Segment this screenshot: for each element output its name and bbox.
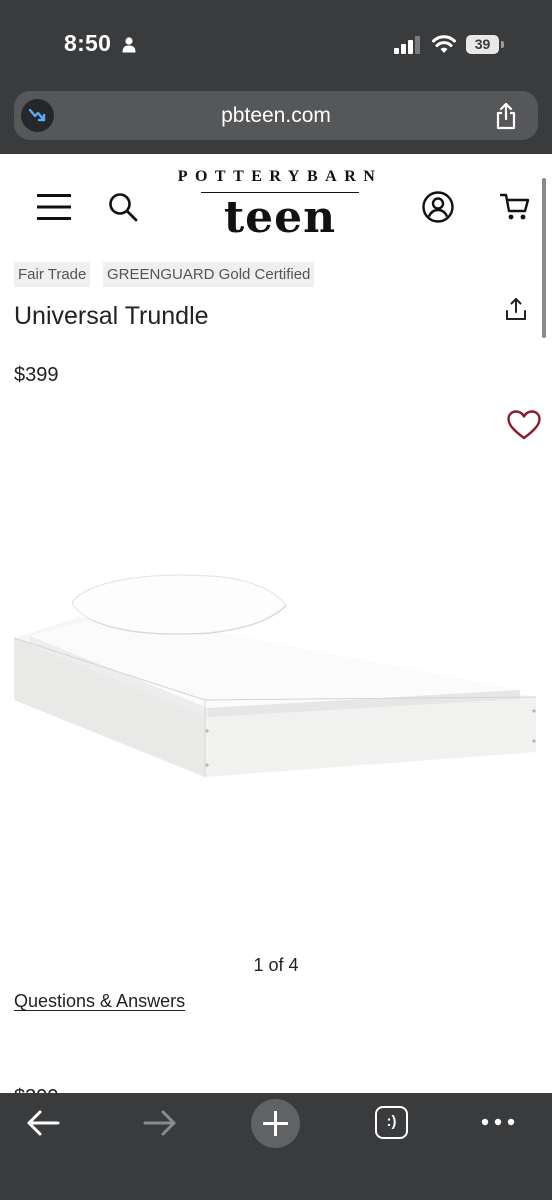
site-logo[interactable]: POTTERYBARN teen <box>170 168 390 254</box>
logo-top-text: POTTERYBARN <box>177 168 383 185</box>
back-arrow-icon[interactable] <box>26 1109 60 1137</box>
image-counter: 1 of 4 <box>253 955 299 975</box>
share-icon[interactable] <box>494 102 518 130</box>
wifi-icon <box>432 35 456 53</box>
tag-fair-trade: Fair Trade <box>14 262 91 287</box>
browser-top-chrome: 8:50 39 pbteen.com <box>0 0 552 154</box>
trundle-bed-illustration <box>13 574 537 777</box>
url-bar[interactable]: pbteen.com <box>14 91 538 140</box>
menu-icon[interactable] <box>37 193 71 221</box>
questions-answers-link[interactable]: Questions & Answers <box>14 991 185 1012</box>
page: 8:50 39 pbteen.com POTTERYBARN teen Fair… <box>0 0 552 1200</box>
search-icon[interactable] <box>108 192 138 222</box>
status-time: 8:50 <box>64 30 112 56</box>
share-product-icon[interactable] <box>504 297 528 323</box>
page-scrollbar[interactable] <box>542 178 546 338</box>
plus-icon <box>263 1111 288 1136</box>
signal-icon <box>394 36 420 54</box>
url-text[interactable]: pbteen.com <box>14 104 538 128</box>
tag-greenguard: GREENGUARD Gold Certified <box>103 262 315 287</box>
product-image[interactable] <box>0 440 552 940</box>
cart-icon[interactable] <box>499 191 531 223</box>
person-icon <box>122 37 136 53</box>
battery-icon: 39 <box>466 35 504 54</box>
battery-level: 39 <box>466 35 499 54</box>
logo-main-text: teen <box>223 192 337 243</box>
more-icon[interactable] <box>481 1116 515 1128</box>
product-title: Universal Trundle <box>14 302 209 330</box>
new-tab-button[interactable] <box>251 1099 300 1148</box>
account-icon[interactable] <box>422 191 454 223</box>
forward-arrow-icon[interactable] <box>143 1109 177 1137</box>
battery-tip <box>501 41 504 48</box>
tabs-icon[interactable]: :) <box>375 1106 408 1139</box>
heart-icon[interactable] <box>506 409 542 441</box>
product-price: $399 <box>14 364 59 386</box>
